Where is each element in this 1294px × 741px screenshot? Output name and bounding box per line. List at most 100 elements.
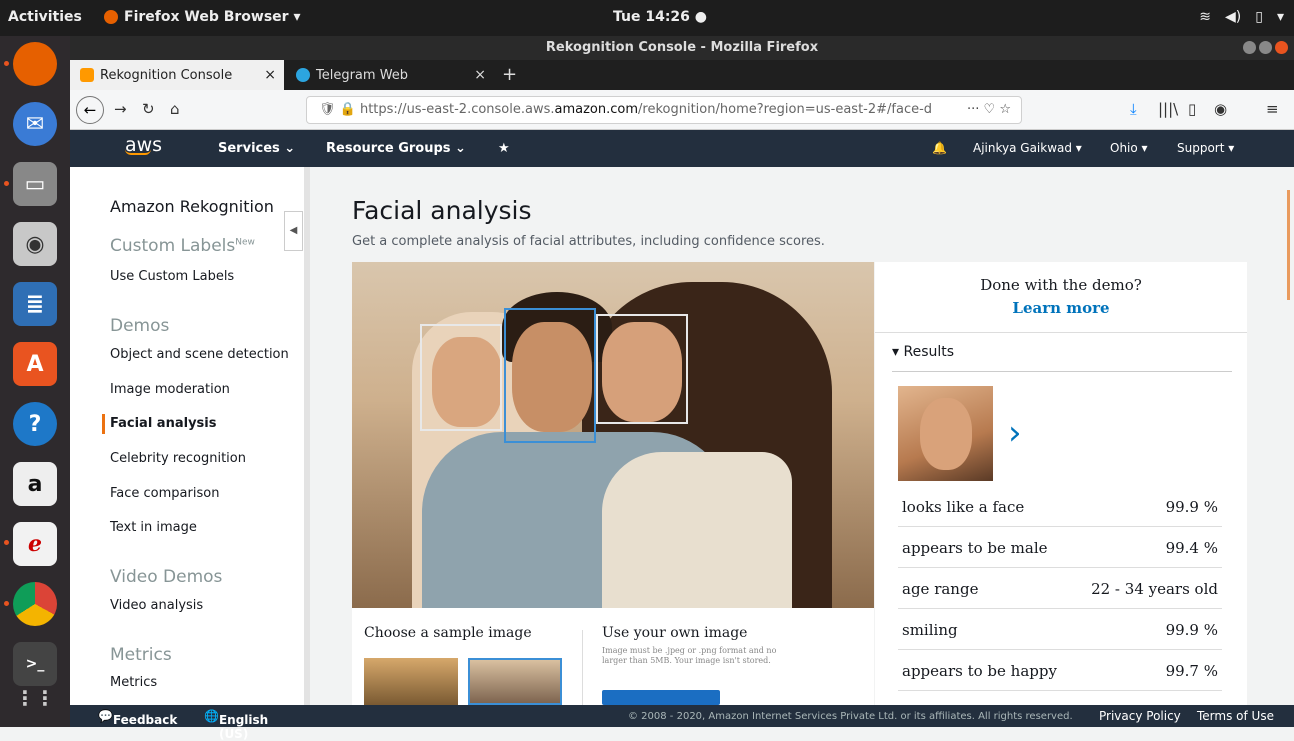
pin-icon[interactable]: ★	[498, 141, 510, 156]
learn-more-link[interactable]: Learn more	[875, 299, 1247, 317]
thunderbird-icon[interactable]: ✉	[13, 102, 57, 146]
help-icon[interactable]: ?	[13, 402, 57, 446]
language-selector[interactable]: 🌐 English (US)	[204, 709, 268, 741]
amazon-icon[interactable]: a	[13, 462, 57, 506]
analysis-image[interactable]	[352, 262, 874, 608]
system-tray[interactable]: ≋ ◀) ▯ ▾	[1199, 9, 1284, 25]
maximize-button[interactable]	[1259, 41, 1272, 54]
sidebar-item-face-comparison[interactable]: Face comparison	[110, 486, 219, 501]
custom-labels-heading: Custom Labels	[110, 236, 236, 256]
app-menu[interactable]: Firefox Web Browser ▾	[104, 9, 300, 25]
sidebar-item-use-custom-labels[interactable]: Use Custom Labels	[110, 269, 234, 284]
account-icon[interactable]: ◉	[1214, 100, 1227, 118]
activities-button[interactable]: Activities	[8, 9, 82, 25]
url-bar[interactable]: 🛡 🔒 https://us-east-2.console.aws.amazon…	[306, 96, 1022, 124]
writer-icon[interactable]: ≣	[13, 282, 57, 326]
use-own-label: Use your own image	[602, 625, 748, 641]
next-face-button[interactable]: ›	[1008, 413, 1022, 453]
tab-label: Rekognition Console	[100, 67, 233, 83]
scarf	[602, 452, 792, 608]
privacy-policy-link[interactable]: Privacy Policy	[1099, 709, 1181, 723]
pdf-viewer-icon[interactable]: ℯ	[13, 522, 57, 566]
download-icon[interactable]: ⤓	[1130, 100, 1137, 118]
sidebar-title[interactable]: Amazon Rekognition	[110, 197, 274, 216]
face-box[interactable]	[420, 324, 502, 431]
region-menu[interactable]: Ohio ▾	[1110, 141, 1148, 155]
running-indicator	[4, 61, 9, 66]
tab-close-icon[interactable]: ×	[264, 67, 276, 83]
navigation-toolbar: ← → ↻ ⌂ 🛡 🔒 https://us-east-2.console.aw…	[70, 90, 1294, 130]
result-value: 99.9 %	[1165, 497, 1218, 516]
service-sidebar: Amazon Rekognition Custom LabelsNew Use …	[70, 167, 310, 705]
upload-note: Image must be .jpeg or .png format and n…	[602, 646, 777, 665]
sidebar-item-image-moderation[interactable]: Image moderation	[110, 382, 230, 397]
aws-logo[interactable]: aws	[125, 134, 162, 156]
tab-telegram[interactable]: Telegram Web ×	[286, 60, 494, 90]
rhythmbox-icon[interactable]: ◉	[13, 222, 57, 266]
sidebar-item-text-in-image[interactable]: Text in image	[110, 520, 197, 535]
sidebar-heading-video-demos: Video Demos	[110, 567, 223, 587]
result-label: smiling	[902, 620, 958, 639]
upload-button[interactable]	[602, 690, 720, 705]
page-actions-icon[interactable]: ··· ♡ ☆	[967, 97, 1011, 123]
console-footer: 💬 Feedback 🌐 English (US) © 2008 - 2020,…	[70, 705, 1294, 741]
software-center-icon[interactable]: A	[13, 342, 57, 386]
new-tab-button[interactable]: +	[502, 64, 517, 85]
result-row: looks like a face 99.9 %	[898, 487, 1222, 527]
sidebar-heading-custom-labels: Custom LabelsNew	[110, 236, 255, 256]
tab-rekognition[interactable]: Rekognition Console ×	[70, 60, 284, 90]
files-icon[interactable]: ▭	[13, 162, 57, 206]
close-button[interactable]	[1275, 41, 1288, 54]
face-box[interactable]	[596, 314, 688, 424]
sidebar-item-video-analysis[interactable]: Video analysis	[110, 598, 203, 613]
volume-icon: ◀)	[1225, 9, 1242, 25]
sample-image-1[interactable]	[364, 658, 458, 705]
minimize-button[interactable]	[1243, 41, 1256, 54]
reload-button[interactable]: ↻	[142, 100, 155, 118]
feedback-label: Feedback	[112, 713, 178, 727]
home-button[interactable]: ⌂	[170, 100, 180, 118]
sidebar-item-metrics[interactable]: Metrics	[110, 675, 157, 690]
library-icon[interactable]: |||\	[1158, 100, 1178, 118]
sidebar-item-celebrity[interactable]: Celebrity recognition	[110, 451, 246, 466]
wifi-icon: ≋	[1199, 9, 1212, 25]
sidebar-heading-demos: Demos	[110, 316, 170, 336]
sidebar-icon[interactable]: ▯	[1188, 100, 1196, 118]
sidebar-item-object-scene[interactable]: Object and scene detection	[110, 347, 289, 362]
results-toggle[interactable]: ▾ Results	[892, 344, 954, 360]
tab-close-icon[interactable]: ×	[474, 67, 486, 83]
back-button[interactable]: ←	[76, 96, 104, 124]
firefox-icon[interactable]	[13, 42, 57, 86]
feedback-button[interactable]: 💬 Feedback	[98, 709, 177, 727]
menu-icon[interactable]: ≡	[1266, 100, 1279, 118]
user-menu[interactable]: Ajinkya Gaikwad ▾	[973, 141, 1082, 155]
running-indicator	[4, 601, 9, 606]
battery-icon: ▯	[1255, 9, 1263, 25]
support-menu[interactable]: Support ▾	[1177, 141, 1234, 155]
url-prefix: https://us-east-2.console.aws.	[359, 102, 555, 117]
page-scrollbar[interactable]	[1287, 190, 1290, 300]
forward-button[interactable]: →	[114, 100, 127, 118]
page-subtitle: Get a complete analysis of facial attrib…	[352, 234, 825, 249]
dock: ✉ ▭ ◉ ≣ A ? a ℯ >_ ⋮⋮	[0, 36, 70, 727]
active-indicator	[102, 414, 105, 434]
result-value: 99.4 %	[1165, 538, 1218, 557]
chrome-icon[interactable]	[13, 582, 57, 626]
services-menu[interactable]: Services ⌄	[218, 141, 295, 156]
choose-sample-label: Choose a sample image	[364, 625, 532, 641]
resource-groups-menu[interactable]: Resource Groups ⌄	[326, 141, 466, 156]
divider	[892, 371, 1232, 372]
face-box-selected[interactable]	[504, 308, 596, 443]
sidebar-item-facial-analysis[interactable]: Facial analysis	[110, 416, 216, 431]
tab-label: Telegram Web	[316, 67, 409, 83]
collapse-sidebar-button[interactable]: ◀	[284, 211, 303, 251]
result-label: appears to be male	[902, 538, 1048, 557]
new-badge: New	[235, 237, 255, 248]
result-label: appears to be happy	[902, 661, 1057, 680]
show-apps-icon[interactable]: ⋮⋮	[13, 676, 57, 720]
sample-image-2[interactable]	[468, 658, 562, 705]
clock[interactable]: Tue 14:26 ●	[600, 9, 720, 25]
terms-link[interactable]: Terms of Use	[1197, 709, 1274, 723]
telegram-favicon-icon	[296, 68, 310, 82]
bell-icon[interactable]: 🔔	[932, 141, 947, 155]
